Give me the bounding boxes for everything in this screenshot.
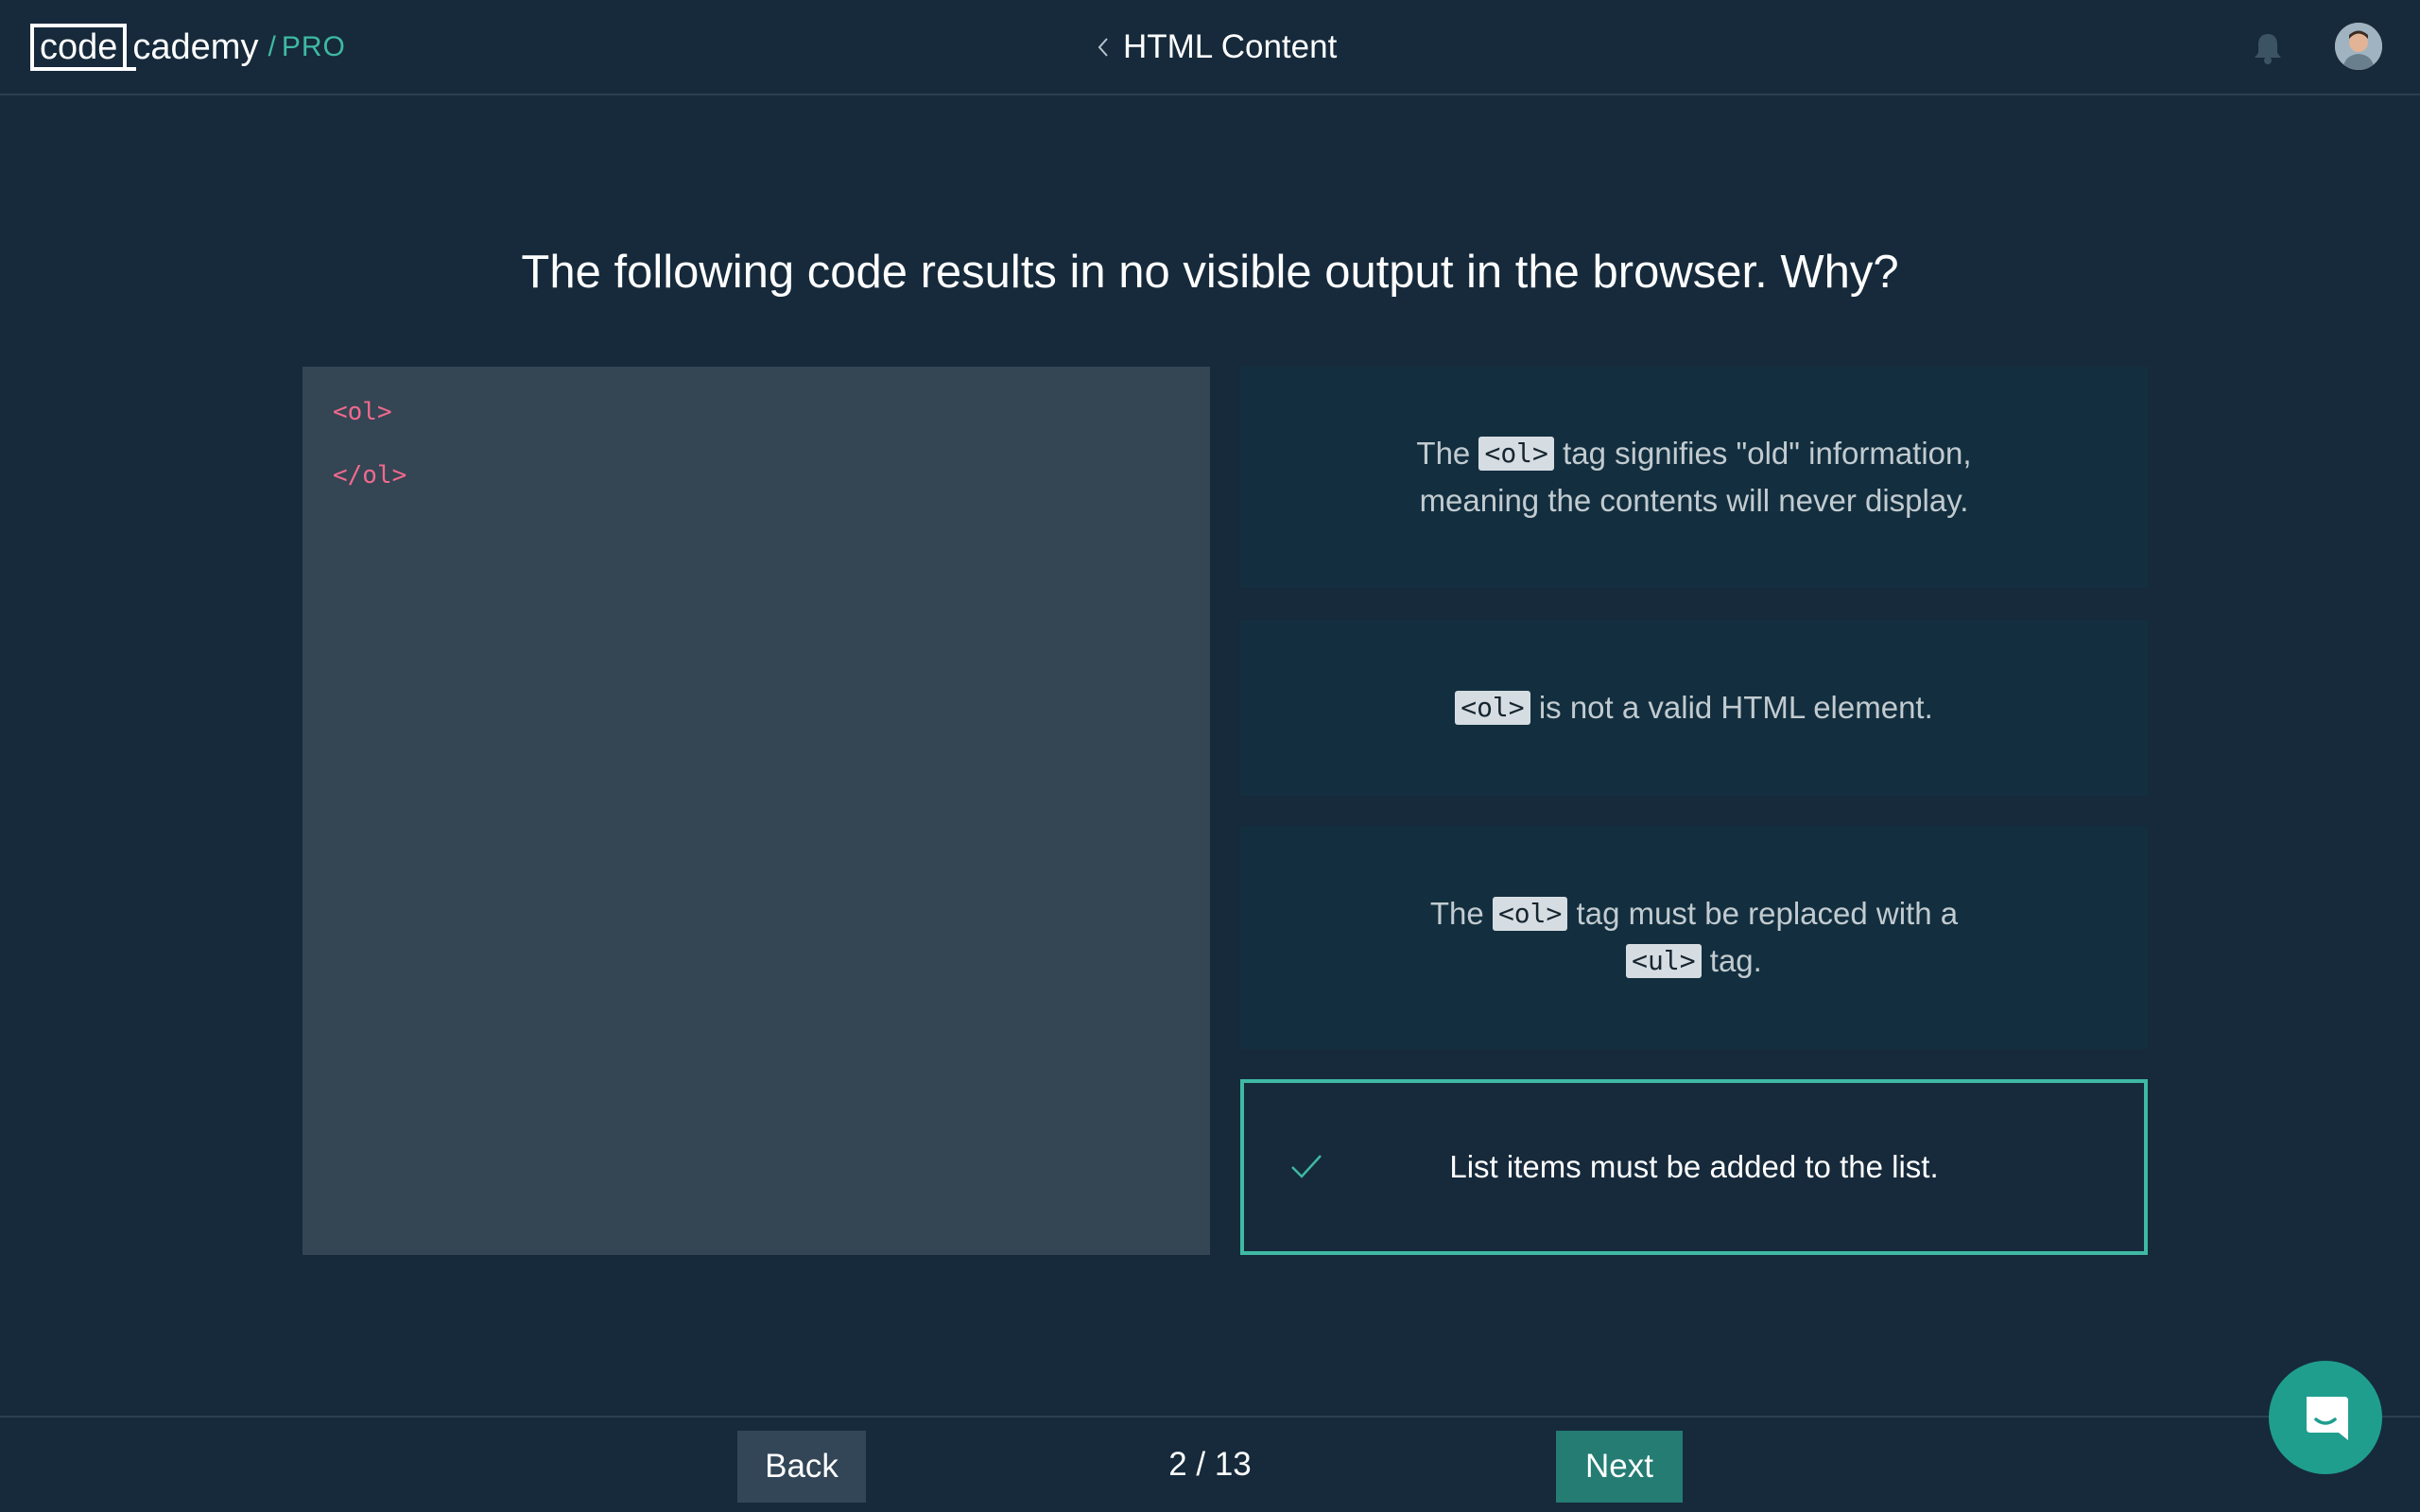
question-progress: 2 / 13 — [1168, 1446, 1252, 1483]
codecademy-pro-logo[interactable]: code cademy / PRO — [30, 24, 346, 71]
answer-text: The <ol> tag signifies "old" information… — [1392, 430, 1996, 524]
code-line: <ol> — [333, 398, 392, 426]
answer-option-3[interactable]: The <ol> tag must be replaced with a <ul… — [1240, 826, 2148, 1049]
answer-option-2[interactable]: <ol> is not a valid HTML element. — [1240, 620, 2148, 796]
answer-text-before: The — [1416, 436, 1479, 471]
avatar-image — [2335, 23, 2382, 70]
chat-icon — [2307, 1397, 2348, 1440]
answer-option-4-correct[interactable]: List items must be added to the list. — [1240, 1079, 2148, 1255]
code-panel: <ol> </ol> — [302, 367, 1210, 1255]
answer-text-before: The — [1429, 896, 1493, 931]
answer-text: List items must be added to the list. — [1449, 1149, 1939, 1184]
bell-icon[interactable] — [2252, 31, 2284, 65]
checkmark-icon — [1291, 1155, 1322, 1178]
question-text: The following code results in no visible… — [521, 247, 1899, 298]
top-nav-bar: code cademy / PRO HTML Content — [0, 0, 2420, 95]
answer-text-after: tag. — [1701, 943, 1762, 978]
next-button[interactable]: Next — [1556, 1431, 1683, 1503]
answer-option-1[interactable]: The <ol> tag signifies "old" information… — [1240, 367, 2148, 588]
inline-code-tag: <ol> — [1455, 691, 1530, 725]
inline-code-tag: <ol> — [1492, 897, 1568, 931]
answer-text: <ol> is not a valid HTML element. — [1455, 684, 1933, 731]
logo-slash: / — [268, 31, 276, 62]
answer-text-middle: tag must be replaced with a — [1567, 896, 1959, 931]
answer-text: The <ol> tag must be replaced with a <ul… — [1392, 890, 1996, 985]
code-line: </ol> — [333, 461, 407, 490]
inline-code-tag: <ol> — [1478, 437, 1554, 471]
course-title-link[interactable]: HTML Content — [1097, 21, 1337, 74]
logo-rest-text: cademy — [132, 27, 259, 67]
footer-bar: Back 2 / 13 Next — [0, 1416, 2420, 1512]
logo-box-text: code — [30, 24, 137, 71]
chevron-left-icon — [1098, 38, 1108, 57]
inline-code-tag: <ul> — [1626, 944, 1702, 978]
chat-launcher-button[interactable] — [2269, 1361, 2382, 1474]
course-title-text: HTML Content — [1123, 28, 1338, 65]
answer-text-after: is not a valid HTML element. — [1530, 690, 1933, 725]
user-avatar[interactable] — [2335, 23, 2382, 70]
logo-pro-label: PRO — [281, 31, 346, 62]
back-button[interactable]: Back — [737, 1431, 866, 1503]
